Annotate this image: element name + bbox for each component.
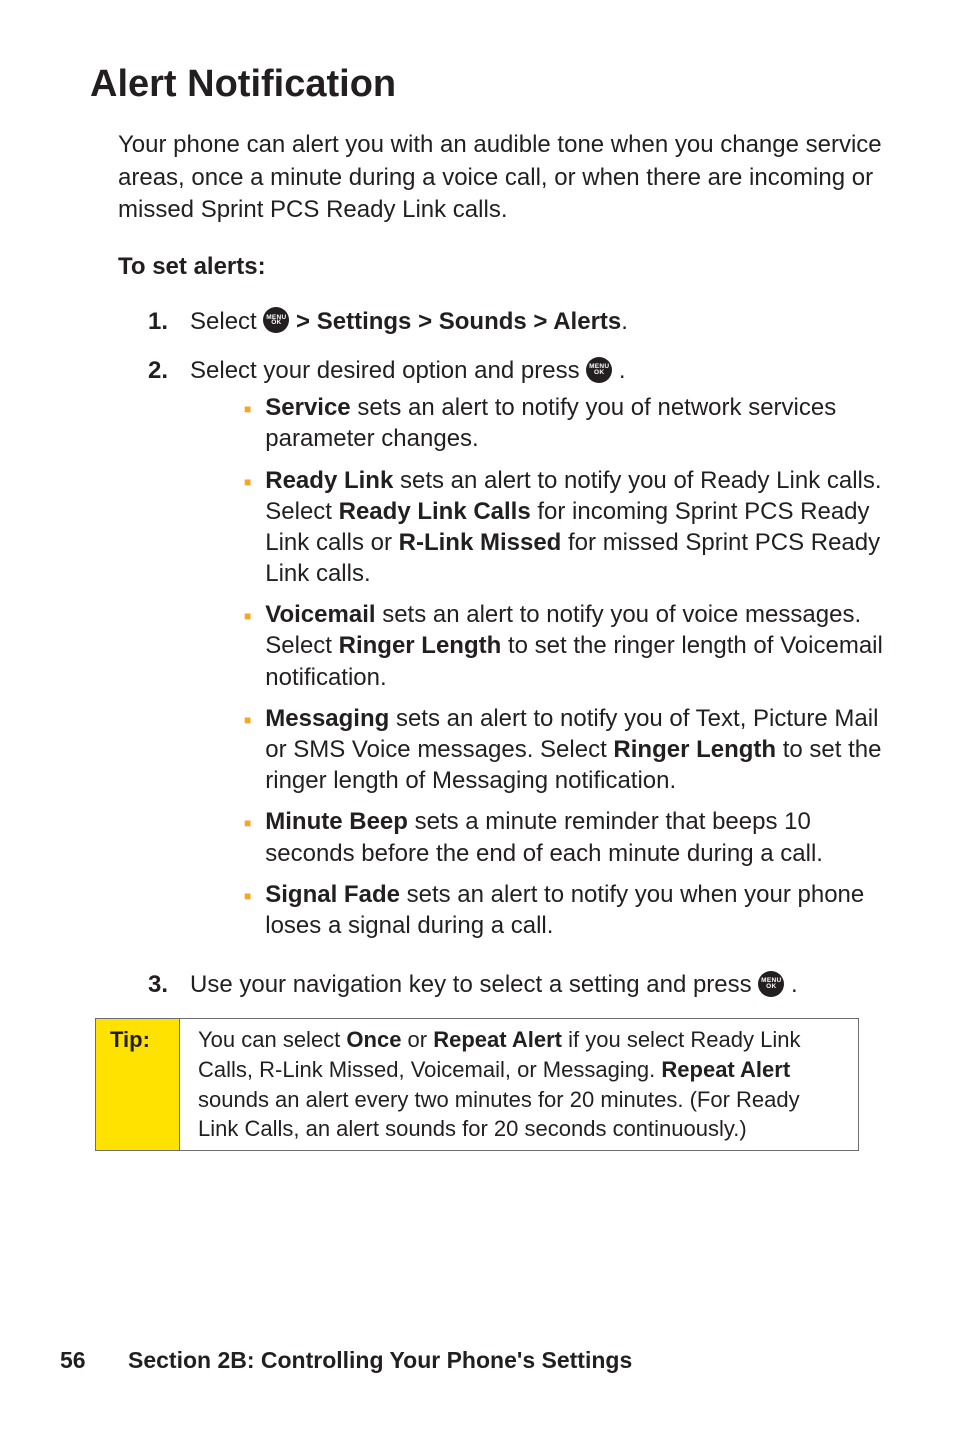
sub-bullet-list: ■Service sets an alert to notify you of …: [244, 392, 884, 941]
text: .: [784, 971, 797, 998]
tip-content: You can select Once or Repeat Alert if y…: [180, 1019, 858, 1150]
icon-text-bot: OK: [594, 370, 604, 376]
tip-label: Tip:: [96, 1019, 180, 1150]
text: or: [401, 1027, 433, 1052]
text: You can select: [198, 1027, 346, 1052]
text: Use your navigation key to select a sett…: [190, 971, 758, 998]
text-bold: > Settings > Sounds > Alerts: [296, 308, 621, 335]
text-bold: Voicemail: [265, 601, 375, 628]
text-bold: Ringer Length: [613, 736, 776, 763]
text-bold: Ready Link: [265, 467, 393, 494]
step-body: Select your desired option and press MEN…: [190, 355, 884, 951]
bullet-icon: ■: [244, 889, 251, 941]
subheading: To set alerts:: [118, 251, 894, 282]
text-bold: Minute Beep: [265, 808, 408, 835]
section-title: Section 2B: Controlling Your Phone's Set…: [128, 1347, 632, 1373]
text: Select: [190, 308, 263, 335]
steps-list: 1. Select MENU OK > Settings > Sounds > …: [148, 306, 884, 1001]
text-bold: Ready Link Calls: [339, 498, 531, 525]
text-bold: Repeat Alert: [433, 1027, 562, 1052]
text: sounds an alert every two minutes for 20…: [198, 1087, 800, 1142]
list-item-body: Voicemail sets an alert to notify you of…: [265, 599, 884, 693]
list-item-body: Minute Beep sets a minute reminder that …: [265, 806, 884, 868]
step-number: 3.: [148, 969, 190, 1000]
text: .: [621, 308, 628, 335]
text: sets an alert to notify you of network s…: [265, 394, 836, 452]
bullet-icon: ■: [244, 475, 251, 590]
menu-ok-icon: MENU OK: [263, 307, 289, 333]
step-1: 1. Select MENU OK > Settings > Sounds > …: [148, 306, 884, 337]
bullet-icon: ■: [244, 816, 251, 868]
step-3: 3. Use your navigation key to select a s…: [148, 969, 884, 1000]
list-item: ■Voicemail sets an alert to notify you o…: [244, 599, 884, 693]
list-item: ■ Signal Fade sets an alert to notify you…: [244, 879, 884, 941]
step-body: Select MENU OK > Settings > Sounds > Ale…: [190, 306, 884, 337]
text: .: [612, 357, 625, 384]
icon-text-bot: OK: [766, 984, 776, 990]
text-bold: Service: [265, 394, 350, 421]
menu-ok-icon: MENU OK: [586, 357, 612, 383]
text-bold: Once: [346, 1027, 401, 1052]
bullet-icon: ■: [244, 713, 251, 797]
icon-text-bot: OK: [271, 320, 281, 326]
page-heading: Alert Notification: [90, 60, 894, 109]
list-item-body: Ready Link sets an alert to notify you o…: [265, 465, 884, 590]
step-number: 1.: [148, 306, 190, 337]
list-item: ■Messaging sets an alert to notify you o…: [244, 703, 884, 797]
tip-box: Tip: You can select Once or Repeat Alert…: [95, 1018, 859, 1151]
bullet-icon: ■: [244, 609, 251, 693]
step-2: 2. Select your desired option and press …: [148, 355, 884, 951]
text-bold: Repeat Alert: [661, 1057, 790, 1082]
menu-ok-icon: MENU OK: [758, 971, 784, 997]
page-footer: 56 Section 2B: Controlling Your Phone's …: [60, 1346, 632, 1376]
step-number: 2.: [148, 355, 190, 951]
list-item: ■ Service sets an alert to notify you of …: [244, 392, 884, 454]
list-item-body: Signal Fade sets an alert to notify you …: [265, 879, 884, 941]
list-item-body: Service sets an alert to notify you of n…: [265, 392, 884, 454]
text-bold: R-Link Missed: [399, 529, 562, 556]
step-body: Use your navigation key to select a sett…: [190, 969, 884, 1000]
text-bold: Ringer Length: [339, 632, 502, 659]
text: Select your desired option and press: [190, 357, 586, 384]
list-item: ■Ready Link sets an alert to notify you …: [244, 465, 884, 590]
page-number: 56: [60, 1346, 86, 1376]
list-item-body: Messaging sets an alert to notify you of…: [265, 703, 884, 797]
text-bold: Signal Fade: [265, 881, 400, 908]
text-bold: Messaging: [265, 705, 389, 732]
list-item: ■ Minute Beep sets a minute reminder that…: [244, 806, 884, 868]
intro-paragraph: Your phone can alert you with an audible…: [118, 129, 884, 226]
bullet-icon: ■: [244, 402, 251, 454]
